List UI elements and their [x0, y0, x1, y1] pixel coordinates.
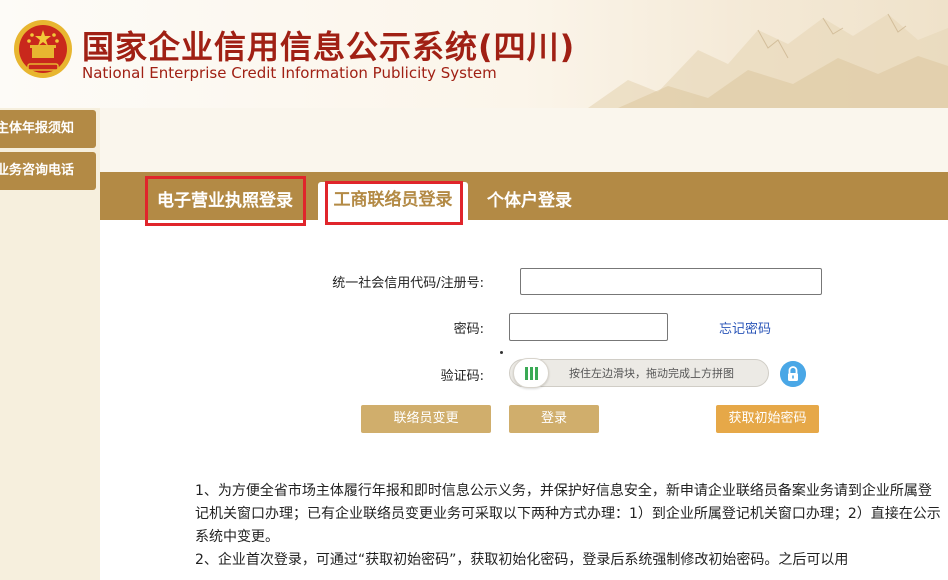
captcha-slider-handle[interactable]	[513, 358, 549, 388]
main-top-band	[100, 108, 948, 172]
site-title: 国家企业信用信息公示系统(四川)	[82, 28, 576, 66]
sidebar-item-consult-phone[interactable]: 业务咨询电话	[0, 152, 96, 190]
get-initial-password-button[interactable]: 获取初始密码	[716, 405, 819, 433]
mountain-decoration	[588, 13, 948, 108]
notice-text: 1、为方便全省市场主体履行年报和即时信息公示义务，并保护好信息安全，新申请企业联…	[195, 480, 945, 572]
sidebar: 主体年报须知 业务咨询电话	[0, 108, 100, 580]
forgot-password-link[interactable]: 忘记密码	[719, 318, 771, 337]
lock-icon	[780, 361, 806, 387]
national-emblem-icon	[14, 20, 72, 78]
tab-contact-person-login[interactable]: 工商联络员登录	[318, 182, 468, 222]
site-subtitle: National Enterprise Credit Information P…	[82, 64, 497, 82]
change-contact-button[interactable]: 联络员变更	[361, 405, 491, 433]
credit-code-input[interactable]	[520, 268, 822, 295]
notice-paragraph-2: 2、企业首次登录，可通过“获取初始密码”，获取初始化密码，登录后系统强制修改初始…	[195, 552, 849, 568]
stray-dot	[500, 351, 503, 354]
notice-paragraph-1: 1、为方便全省市场主体履行年报和即时信息公示义务，并保护好信息安全，新申请企业联…	[195, 483, 941, 545]
sidebar-item-annual-report-notice[interactable]: 主体年报须知	[0, 110, 96, 148]
captcha-slider-hint: 按住左边滑块，拖动完成上方拼图	[569, 367, 734, 380]
site-header: 国家企业信用信息公示系统(四川) National Enterprise Cre…	[0, 0, 948, 108]
tab-e-license-login[interactable]: 电子营业执照登录	[157, 183, 293, 220]
tab-individual-business-login[interactable]: 个体户登录	[487, 183, 572, 220]
credit-code-label: 统一社会信用代码/注册号:	[332, 276, 484, 291]
password-input[interactable]	[509, 313, 668, 341]
password-label: 密码:	[453, 322, 484, 337]
captcha-label: 验证码:	[440, 369, 484, 384]
login-button[interactable]: 登录	[509, 405, 599, 433]
